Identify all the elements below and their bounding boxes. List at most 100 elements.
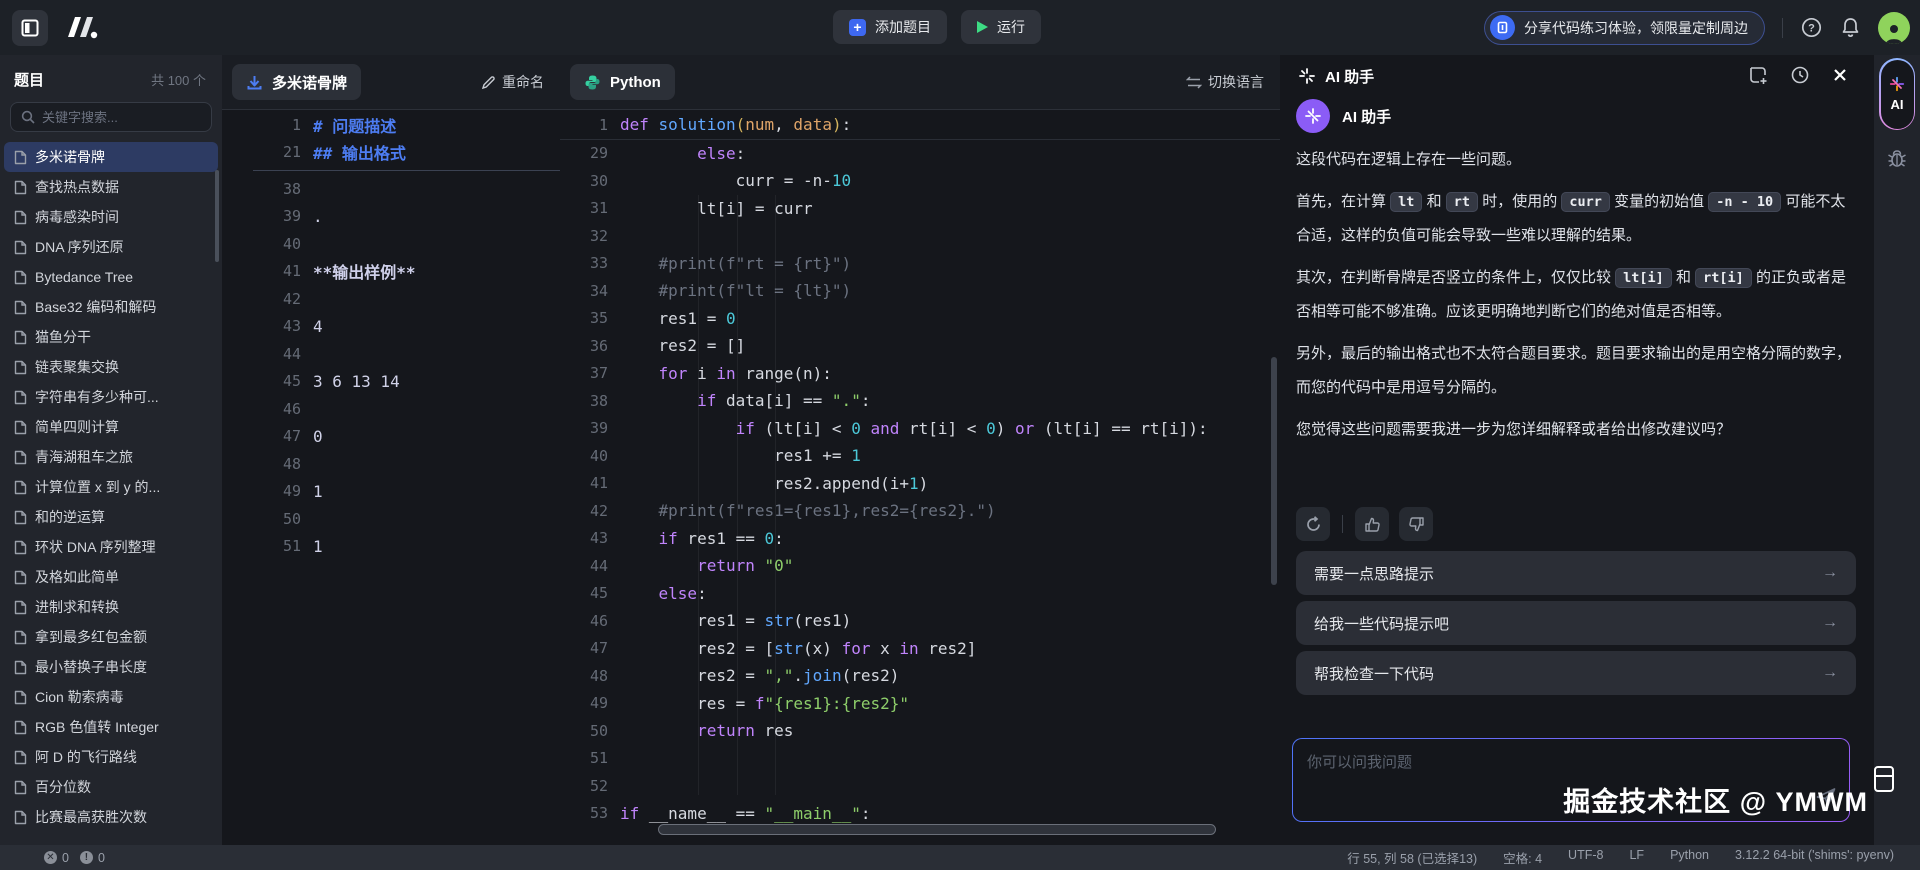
code-editor[interactable]: 1def solution(num, data): 29 else:30 cur… — [560, 111, 1280, 845]
markdown-text: . — [313, 207, 323, 226]
rename-button[interactable]: 重命名 — [481, 72, 544, 92]
line-number: 38 — [560, 392, 620, 410]
file-icon — [14, 300, 27, 315]
encoding[interactable]: UTF-8 — [1568, 848, 1603, 867]
help-button[interactable]: ? — [1800, 17, 1822, 39]
problem-list-item[interactable]: 比赛最高获胜次数 — [4, 802, 218, 832]
code-horizontal-scrollbar[interactable] — [658, 824, 1216, 835]
run-button[interactable]: 运行 — [961, 10, 1041, 44]
code-text: if res1 == 0: — [620, 529, 784, 548]
problem-list-item[interactable]: Bytedance Tree — [4, 262, 218, 292]
close-panel-button[interactable] — [1832, 67, 1848, 83]
problem-list-item[interactable]: 查找热点数据 — [4, 172, 218, 202]
problem-list-item[interactable]: 百分位数 — [4, 772, 218, 802]
debug-rail-tab[interactable] — [1886, 147, 1908, 174]
problem-list-item[interactable]: 猫鱼分干 — [4, 322, 218, 352]
file-icon — [14, 450, 27, 465]
code-text: def solution(num, data): — [620, 115, 851, 134]
problem-list: 多米诺骨牌查找热点数据病毒感染时间DNA 序列还原 Bytedance Tree B… — [0, 142, 222, 832]
problem-list-item[interactable]: 多米诺骨牌 — [4, 142, 218, 172]
ai-sender-name: AI 助手 — [1342, 106, 1391, 127]
language-mode[interactable]: Python — [1670, 848, 1709, 867]
switch-language-button[interactable]: 切换语言 — [1186, 72, 1264, 92]
code-text: #print(f"rt = {rt}") — [620, 254, 851, 273]
inline-code: -n - 10 — [1708, 192, 1781, 212]
line-number: 49 — [253, 482, 313, 500]
rename-label: 重命名 — [502, 72, 544, 92]
regenerate-button[interactable] — [1296, 507, 1330, 541]
sidebar-scrollbar[interactable] — [215, 170, 219, 262]
code-vertical-scrollbar[interactable] — [1271, 357, 1277, 585]
indent-guide — [775, 195, 776, 795]
problem-item-label: 计算位置 x 到 y 的... — [35, 477, 160, 497]
file-icon — [14, 630, 27, 645]
line-number: 40 — [253, 235, 313, 253]
problem-item-label: RGB 色值转 Integer — [35, 717, 159, 737]
code-line: 48 res2 = ",".join(res2) — [560, 662, 1280, 690]
history-button[interactable] — [1790, 65, 1810, 85]
file-icon — [14, 510, 27, 525]
suggestion-chip[interactable]: 需要一点思路提示→ — [1296, 551, 1856, 595]
language-tab[interactable]: Python — [570, 64, 675, 100]
errors-icon[interactable]: ✕ — [44, 851, 57, 864]
add-problem-button[interactable]: + 添加题目 — [833, 10, 947, 44]
interpreter-version[interactable]: 3.12.2 64-bit ('shims': pyenv) — [1735, 848, 1894, 867]
line-number: 39 — [560, 419, 620, 437]
ai-paragraph: 另外，最后的输出格式也不太符合题目要求。题目要求输出的是用空格分隔的数字，而您的… — [1296, 337, 1852, 405]
thumbs-up-button[interactable] — [1355, 507, 1389, 541]
markdown-line: 38 — [253, 175, 560, 203]
sidebar-toggle-button[interactable] — [12, 10, 48, 46]
problem-list-item[interactable]: Base32 编码和解码 — [4, 292, 218, 322]
code-text: else: — [620, 144, 745, 163]
problem-list-item[interactable]: 字符串有多少种可... — [4, 382, 218, 412]
problem-tab[interactable]: 多米诺骨牌 — [232, 64, 361, 100]
problem-list-item[interactable]: 进制求和转换 — [4, 592, 218, 622]
problem-list-item[interactable]: 最小替换子串长度 — [4, 652, 218, 682]
indent-guide — [737, 195, 738, 795]
line-number: 46 — [560, 612, 620, 630]
search-input[interactable] — [42, 110, 192, 125]
problem-list-item[interactable]: 环状 DNA 序列整理 — [4, 532, 218, 562]
new-chat-button[interactable] — [1748, 65, 1768, 85]
line-number: 32 — [560, 227, 620, 245]
promo-banner[interactable]: 分享代码练习体验，领限量定制周边 — [1484, 11, 1765, 45]
line-number: 51 — [253, 537, 313, 555]
problem-list-item[interactable]: 青海湖租车之旅 — [4, 442, 218, 472]
warnings-icon[interactable]: ! — [80, 851, 93, 864]
problem-list-item[interactable]: 简单四则计算 — [4, 412, 218, 442]
notifications-button[interactable] — [1839, 17, 1861, 39]
user-avatar[interactable] — [1878, 12, 1910, 44]
problem-list-item[interactable]: 病毒感染时间 — [4, 202, 218, 232]
problem-item-label: Bytedance Tree — [35, 269, 133, 285]
problem-list-item[interactable]: 链表聚集交换 — [4, 352, 218, 382]
code-line: 46 res1 = str(res1) — [560, 607, 1280, 635]
code-text: if data[i] == ".": — [620, 391, 870, 410]
problem-list-item[interactable]: 拿到最多红包金额 — [4, 622, 218, 652]
suggestion-chip[interactable]: 帮我检查一下代码→ — [1296, 651, 1856, 695]
eol-setting[interactable]: LF — [1629, 848, 1644, 867]
problem-list-item[interactable]: RGB 色值转 Integer — [4, 712, 218, 742]
problem-item-label: 字符串有多少种可... — [35, 387, 159, 407]
app-logo[interactable] — [58, 12, 102, 47]
problem-list-item[interactable]: 计算位置 x 到 y 的... — [4, 472, 218, 502]
problem-list-item[interactable]: 及格如此简单 — [4, 562, 218, 592]
markdown-editor[interactable]: 1# 问题描述21## 输出格式3839.4041**输出样例**4243444… — [222, 111, 560, 845]
problem-list-item[interactable]: Cion 勒索病毒 — [4, 682, 218, 712]
problem-list-item[interactable]: 阿 D 的飞行路线 — [4, 742, 218, 772]
search-box[interactable] — [10, 102, 212, 132]
code-text: res = f"{res1}:{res2}" — [620, 694, 909, 713]
problem-item-label: 最小替换子串长度 — [35, 657, 147, 677]
markdown-text: 4 — [313, 317, 323, 336]
file-icon — [14, 390, 27, 405]
ai-assistant-panel: AI 助手 AI 助手 这段代码在逻辑上存在一些问题。首先，在 — [1280, 55, 1874, 845]
cursor-position[interactable]: 行 55, 列 58 (已选择13) — [1347, 848, 1477, 867]
ai-message: 这段代码在逻辑上存在一些问题。首先，在计算 lt 和 rt 时，使用的 curr… — [1296, 143, 1852, 505]
indent-setting[interactable]: 空格: 4 — [1503, 848, 1542, 867]
problem-list-item[interactable]: 和的逆运算 — [4, 502, 218, 532]
problem-list-item[interactable]: DNA 序列还原 — [4, 232, 218, 262]
line-number: 21 — [253, 143, 313, 161]
thumbs-down-button[interactable] — [1399, 507, 1433, 541]
line-number: 38 — [253, 180, 313, 198]
suggestion-chip[interactable]: 给我一些代码提示吧→ — [1296, 601, 1856, 645]
ai-rail-tab[interactable]: AI — [1879, 58, 1915, 130]
